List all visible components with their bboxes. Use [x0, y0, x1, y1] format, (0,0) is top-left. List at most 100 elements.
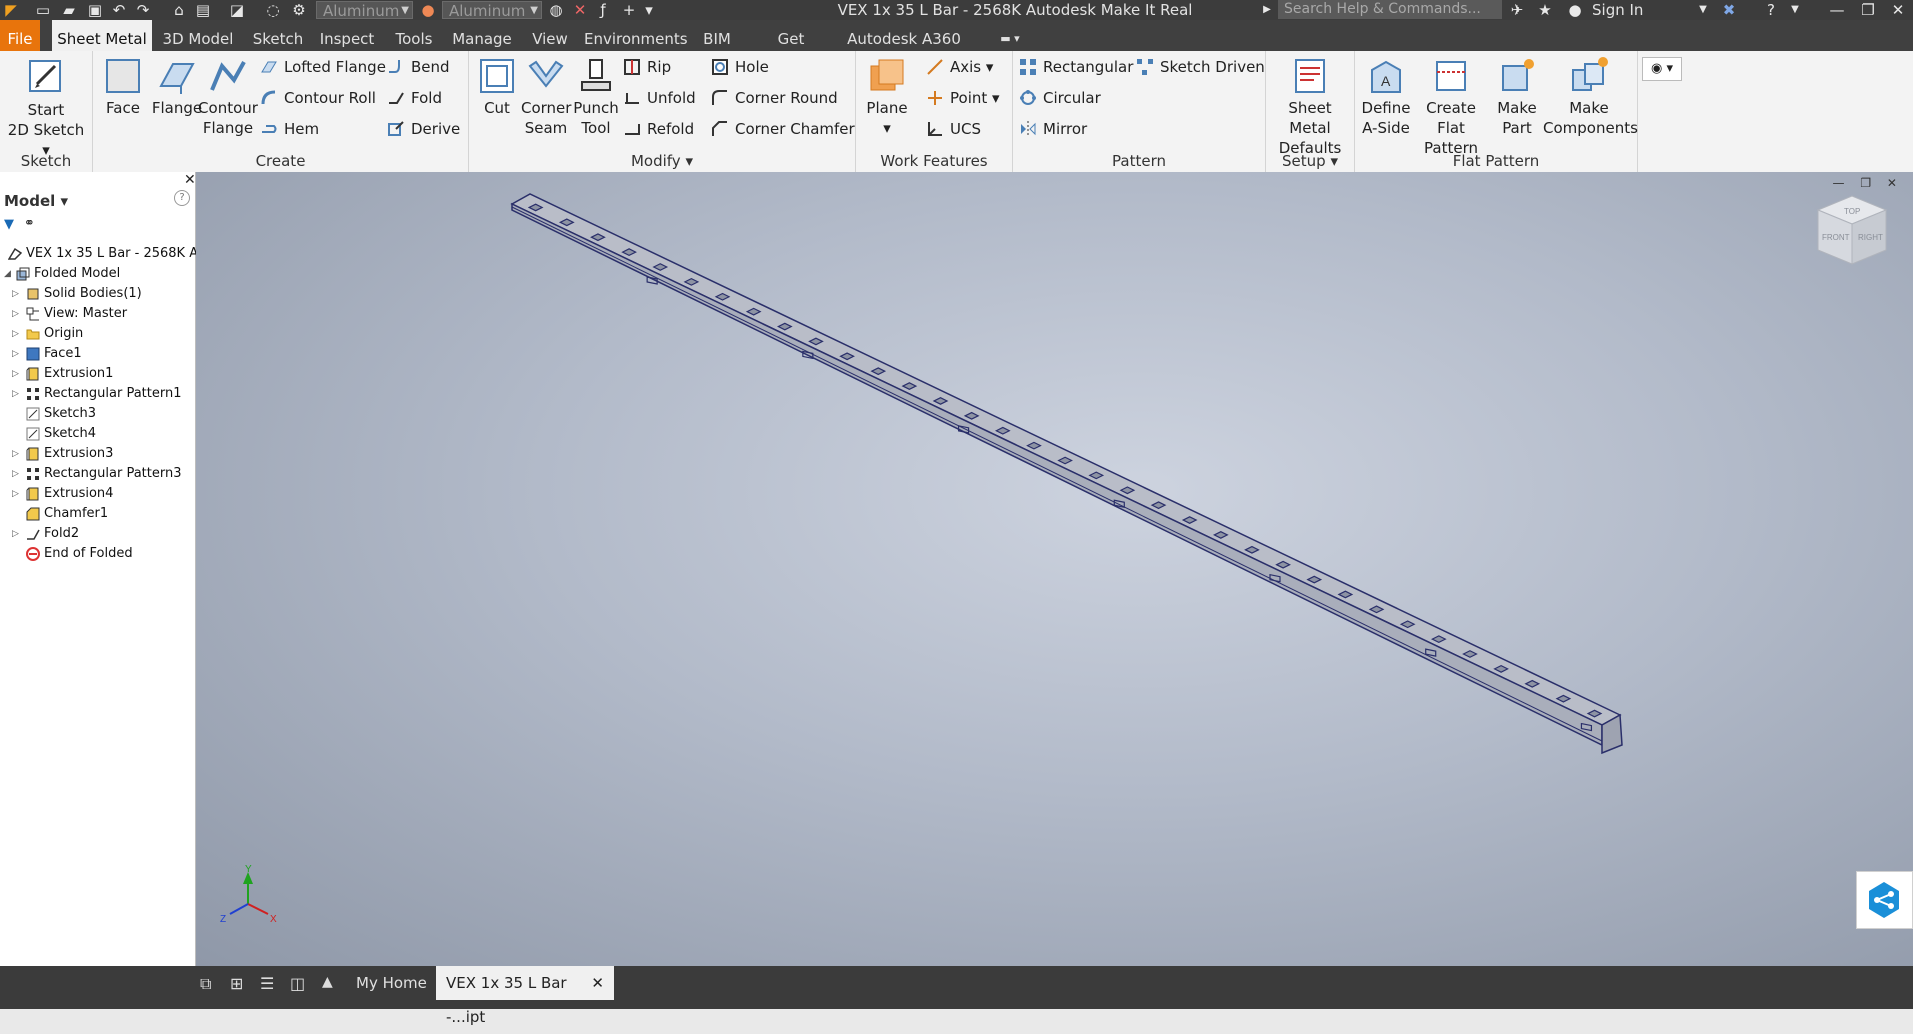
- tab-autodesk-a360[interactable]: Autodesk A360: [846, 20, 962, 51]
- make-part-button[interactable]: Make Part: [1489, 56, 1545, 138]
- viewcube[interactable]: TOP FRONT RIGHT: [1816, 195, 1888, 265]
- start-2d-sketch-button[interactable]: Start 2D Sketch ▾: [6, 56, 86, 160]
- minimize-icon[interactable]: —: [1822, 0, 1852, 20]
- graphics-viewport[interactable]: — ❐ ✕ TOP FRONT RIGHT Y X Z: [196, 172, 1913, 966]
- collapsed-arrow-icon[interactable]: ▷: [12, 370, 20, 379]
- search-arrow-icon[interactable]: ▶: [1258, 1, 1276, 19]
- exchange-icon[interactable]: ✖: [1720, 1, 1738, 19]
- app-logo-icon[interactable]: ◤: [2, 1, 20, 19]
- collapsed-arrow-icon[interactable]: ▷: [12, 350, 20, 359]
- customize-qat-icon[interactable]: ▾: [640, 1, 658, 19]
- color-wheel-icon[interactable]: ●: [419, 1, 437, 19]
- mirror-button[interactable]: Mirror: [1019, 119, 1087, 139]
- browser-help-icon[interactable]: ?: [174, 190, 190, 206]
- contour-roll-button[interactable]: Contour Roll: [260, 88, 376, 108]
- help-icon[interactable]: ?: [1762, 1, 1780, 19]
- axis-button[interactable]: Axis ▾: [926, 57, 993, 77]
- redo-icon[interactable]: ↷: [134, 1, 152, 19]
- filter-icon[interactable]: ▼: [4, 217, 14, 232]
- close-icon[interactable]: ✕: [1883, 0, 1913, 20]
- switch-document-icon[interactable]: ▲: [322, 974, 333, 990]
- collapsed-arrow-icon[interactable]: ▷: [12, 310, 20, 319]
- search-input[interactable]: Search Help & Commands...: [1278, 0, 1502, 19]
- tile-vertical-icon[interactable]: ◫: [290, 974, 305, 993]
- binoculars-icon[interactable]: ✈: [1508, 1, 1526, 19]
- create-flat-pattern-button[interactable]: Create Flat Pattern: [1413, 56, 1489, 158]
- undo-icon[interactable]: ↶: [110, 1, 128, 19]
- unfold-button[interactable]: Unfold: [623, 88, 696, 108]
- ipropertiesicon-icon[interactable]: ⚙: [290, 1, 308, 19]
- derive-button[interactable]: Derive: [387, 119, 460, 139]
- tab-sketch[interactable]: Sketch: [248, 20, 308, 51]
- user-icon[interactable]: ●: [1566, 1, 1584, 19]
- contour-flange-button[interactable]: Contour Flange: [195, 56, 261, 138]
- bend-button[interactable]: Bend: [387, 57, 450, 77]
- tab-tools[interactable]: Tools: [388, 20, 440, 51]
- group-label-modify[interactable]: Modify ▾: [469, 152, 855, 170]
- punch-tool-button[interactable]: Punch Tool: [571, 56, 621, 138]
- corner-chamfer-button[interactable]: Corner Chamfer: [711, 119, 855, 139]
- find-icon[interactable]: ⚭: [24, 216, 35, 231]
- expanded-arrow-icon[interactable]: ◢: [4, 270, 12, 279]
- fx-icon[interactable]: ƒ: [594, 1, 612, 19]
- save-icon[interactable]: ▣: [86, 1, 104, 19]
- l-bar-model[interactable]: [510, 193, 1623, 755]
- sheet-metal-defaults-button[interactable]: Sheet Metal Defaults: [1266, 56, 1354, 158]
- tab-sheet-metal[interactable]: Sheet Metal: [52, 20, 152, 51]
- sign-in-button[interactable]: Sign In: [1592, 0, 1643, 20]
- point-button[interactable]: Point ▾: [926, 88, 1000, 108]
- face-button[interactable]: Face: [99, 56, 147, 118]
- maximize-icon[interactable]: ❐: [1853, 0, 1883, 20]
- tab-manage[interactable]: Manage: [448, 20, 516, 51]
- home-icon[interactable]: ⌂: [170, 1, 188, 19]
- tile-horizontal-icon[interactable]: ☰: [260, 974, 274, 993]
- tab-3d-model[interactable]: 3D Model: [158, 20, 238, 51]
- sketch-driven-pattern-button[interactable]: Sketch Driven: [1136, 57, 1265, 77]
- collapsed-arrow-icon[interactable]: ▷: [12, 470, 20, 479]
- fold-button[interactable]: Fold: [387, 88, 442, 108]
- corner-round-button[interactable]: Corner Round: [711, 88, 838, 108]
- tab-inspect[interactable]: Inspect: [316, 20, 378, 51]
- tab-environments[interactable]: Environments: [584, 20, 688, 51]
- ribbon-options-icon[interactable]: ▬ ▾: [990, 20, 1030, 51]
- make-components-button[interactable]: Make Components: [1543, 56, 1638, 138]
- close-tab-icon[interactable]: ✕: [591, 966, 604, 1000]
- sign-in-dropdown-icon[interactable]: ▼: [1694, 1, 1712, 19]
- appearance-select[interactable]: Aluminum ▼: [442, 1, 542, 20]
- help-dropdown-icon[interactable]: ▼: [1786, 1, 1804, 19]
- adjust-appearance-icon[interactable]: ◍: [547, 1, 565, 19]
- hole-button[interactable]: Hole: [711, 57, 769, 77]
- tab-file[interactable]: File: [0, 20, 40, 51]
- clear-appearance-icon[interactable]: ✕: [571, 1, 589, 19]
- favorites-icon[interactable]: ★: [1536, 1, 1554, 19]
- plane-button[interactable]: Plane ▾: [862, 56, 912, 138]
- browser-title[interactable]: Model ▾: [4, 192, 68, 210]
- add-icon[interactable]: +: [620, 1, 638, 19]
- circular-pattern-button[interactable]: Circular: [1019, 88, 1101, 108]
- group-label-setup[interactable]: Setup ▾: [1266, 152, 1354, 170]
- tab-bim[interactable]: BIM: [694, 20, 740, 51]
- collapsed-arrow-icon[interactable]: ▷: [12, 330, 20, 339]
- doctab-my-home[interactable]: My Home: [346, 966, 437, 1000]
- print-icon[interactable]: ▤: [194, 1, 212, 19]
- doctab-active-document[interactable]: VEX 1x 35 L Bar -...ipt ✕: [436, 966, 614, 1026]
- ucs-button[interactable]: UCS: [926, 119, 981, 139]
- lofted-flange-button[interactable]: Lofted Flange: [260, 57, 386, 77]
- refold-button[interactable]: Refold: [623, 119, 694, 139]
- ribbon-customize-button[interactable]: ◉ ▾: [1642, 57, 1682, 81]
- collapsed-arrow-icon[interactable]: ▷: [12, 490, 20, 499]
- collapsed-arrow-icon[interactable]: ▷: [12, 290, 20, 299]
- share-button[interactable]: [1856, 871, 1913, 929]
- hem-button[interactable]: Hem: [260, 119, 319, 139]
- rectangular-pattern-button[interactable]: Rectangular: [1019, 57, 1133, 77]
- browser-close-icon[interactable]: ✕: [184, 172, 196, 188]
- select-icon[interactable]: ◌: [264, 1, 282, 19]
- cascade-windows-icon[interactable]: ⧉: [200, 974, 211, 994]
- cut-button[interactable]: Cut: [475, 56, 519, 118]
- tab-view[interactable]: View: [526, 20, 574, 51]
- new-file-icon[interactable]: ▭: [34, 1, 52, 19]
- material-select[interactable]: Aluminum 60(▼: [316, 1, 413, 38]
- tab-get-started[interactable]: Get Started: [748, 20, 834, 86]
- corner-seam-button[interactable]: Corner Seam: [521, 56, 571, 138]
- open-file-icon[interactable]: ▰: [60, 1, 78, 19]
